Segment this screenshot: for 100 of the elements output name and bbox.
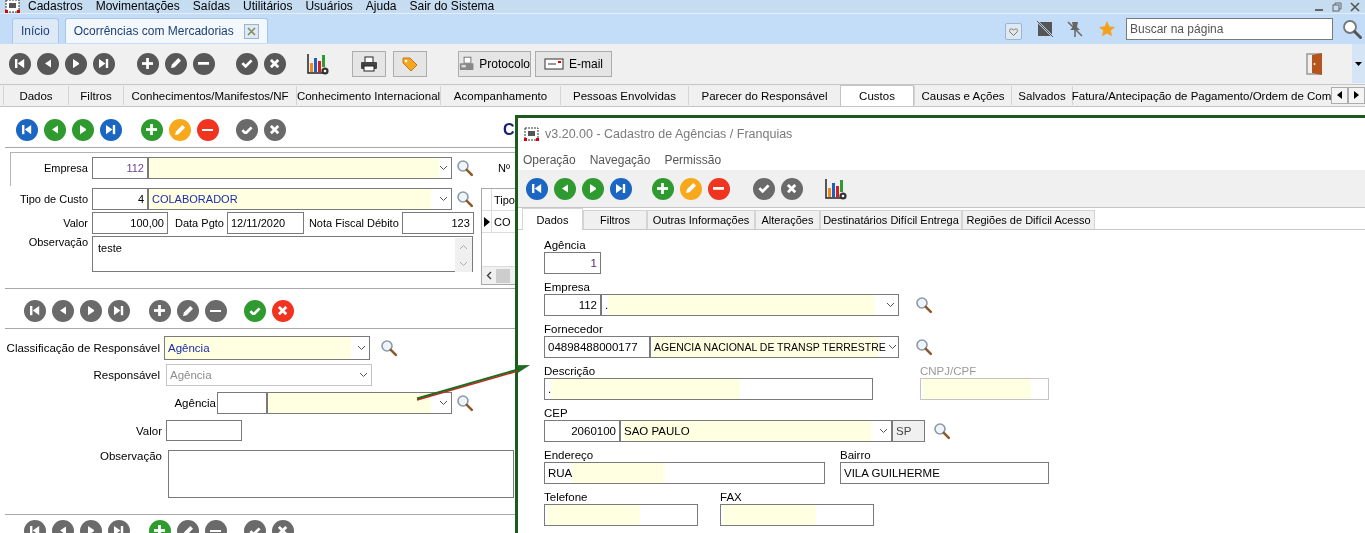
confirm-button[interactable] [236,52,258,75]
text-field[interactable] [544,504,698,526]
text-field[interactable]: RUA [544,462,825,484]
email-button[interactable]: E-mail [535,50,612,77]
text-area[interactable]: teste [92,236,473,272]
text-field[interactable]: 100,00 [92,212,168,234]
text-field[interactable]: 112 [544,294,601,316]
menu-item[interactable]: Navegação [589,153,651,167]
delete-button[interactable] [708,177,730,200]
dropdown-field[interactable]: COLABORADOR [148,188,452,210]
menu-item[interactable]: Ajuda [365,0,397,13]
confirm-button[interactable] [244,300,266,322]
menu-item[interactable]: Usuários [305,0,353,13]
first-record-button[interactable] [526,177,548,200]
text-field[interactable]: 112 [92,157,148,179]
dropdown-field[interactable]: Agência [164,336,370,360]
previous-record-button[interactable] [554,177,576,200]
last-record-button[interactable] [108,300,130,322]
dialog-tab[interactable]: Regiões de Difícil Acesso [962,210,1095,229]
tag-button[interactable] [393,50,427,77]
image-off-icon[interactable] [1036,19,1054,38]
next-record-button[interactable] [65,52,87,75]
text-field[interactable] [720,504,874,526]
text-field[interactable]: 4 [92,188,148,210]
search-icon[interactable] [456,159,474,177]
menu-item[interactable]: Saídas [192,0,231,13]
search-icon[interactable] [1342,18,1362,39]
add-button[interactable] [652,177,674,200]
section-tab[interactable]: Custos [840,85,914,106]
page-tab[interactable]: Ocorrências com Mercadorias [64,18,268,43]
delete-button[interactable] [205,300,227,322]
protocol-button[interactable]: Protocolo [458,50,531,77]
previous-record-button[interactable] [52,300,74,322]
dialog-tab[interactable]: Outras Informações [647,210,755,229]
scroll-left-button[interactable] [1331,86,1348,104]
text-field[interactable] [166,420,242,441]
last-record-button[interactable] [610,177,632,200]
scroll-right-button[interactable] [1348,86,1365,104]
cancel-button[interactable] [264,119,286,141]
dropdown-field[interactable]: . [601,294,899,316]
restore-icon[interactable] [1332,1,1342,12]
text-field[interactable]: 2060100 [544,420,620,442]
pin-off-icon[interactable] [1066,19,1084,38]
search-icon[interactable] [933,422,951,440]
delete-button[interactable] [197,119,219,141]
last-record-button[interactable] [100,119,122,141]
first-record-button[interactable] [24,300,46,322]
section-tab[interactable]: Conhecimento Internacional [296,86,440,105]
print-button[interactable] [352,50,386,77]
heart-button[interactable] [1005,23,1022,40]
first-record-button[interactable] [16,119,38,141]
menu-item[interactable]: Permissão [664,153,722,167]
search-icon[interactable] [456,394,474,412]
star-icon[interactable] [1098,19,1116,38]
dialog-tab[interactable]: Alterações [755,210,820,229]
close-tab-button[interactable] [243,23,259,39]
scrollbar[interactable] [482,266,515,284]
text-field[interactable]: . [544,378,873,400]
text-field[interactable]: SP [892,420,925,442]
menu-item[interactable]: Movimentações [95,0,180,13]
door-icon[interactable] [1305,51,1325,76]
menu-item[interactable]: Sair do Sistema [409,0,495,13]
menu-item[interactable]: Cadastros [28,0,83,13]
add-button[interactable] [137,52,159,75]
confirm-button[interactable] [753,177,775,200]
previous-record-button[interactable] [37,52,59,75]
search-icon[interactable] [380,339,398,357]
overflow-button[interactable] [1352,44,1365,83]
next-record-button[interactable] [80,300,102,322]
page-tab[interactable]: Início [12,18,59,43]
menu-item[interactable]: Operação [523,153,576,167]
cancel-button[interactable] [264,52,286,75]
cancel-button[interactable] [781,177,803,200]
bar-chart-icon[interactable] [306,51,330,76]
text-field[interactable]: 12/11/2020 [226,212,304,234]
dropdown-field[interactable]: AGENCIA NACIONAL DE TRANSP TERRESTRE [650,336,899,358]
section-tab[interactable]: Fatura/Antecipação de Pagamento/Ordem de Com [1072,86,1330,105]
previous-record-button[interactable] [44,119,66,141]
next-record-button[interactable] [582,177,604,200]
dropdown-field[interactable] [148,157,452,179]
first-record-button[interactable] [9,52,31,75]
search-icon[interactable] [915,338,933,356]
add-button[interactable] [149,300,171,322]
text-area[interactable] [168,450,514,498]
text-field[interactable]: 04898488000177 [544,336,650,358]
edit-button[interactable] [177,300,199,322]
dialog-tab[interactable]: Destinatários Difícil Entrega [820,210,962,229]
text-field[interactable]: 1 [544,252,601,274]
dialog-tab[interactable]: Filtros [583,210,647,229]
last-record-button[interactable] [93,52,115,75]
search-icon[interactable] [915,296,933,314]
dialog-tab[interactable]: Dados [522,208,583,230]
scrollbar[interactable] [455,238,472,272]
text-field[interactable]: VILA GUILHERME [840,462,1049,484]
edit-button[interactable] [165,52,187,75]
bar-chart-icon[interactable] [824,176,848,201]
search-field[interactable]: Buscar na página [1126,17,1333,40]
cancel-button[interactable] [272,300,294,322]
text-field[interactable] [217,392,267,414]
dropdown-field[interactable]: SAO PAULO [620,420,892,442]
